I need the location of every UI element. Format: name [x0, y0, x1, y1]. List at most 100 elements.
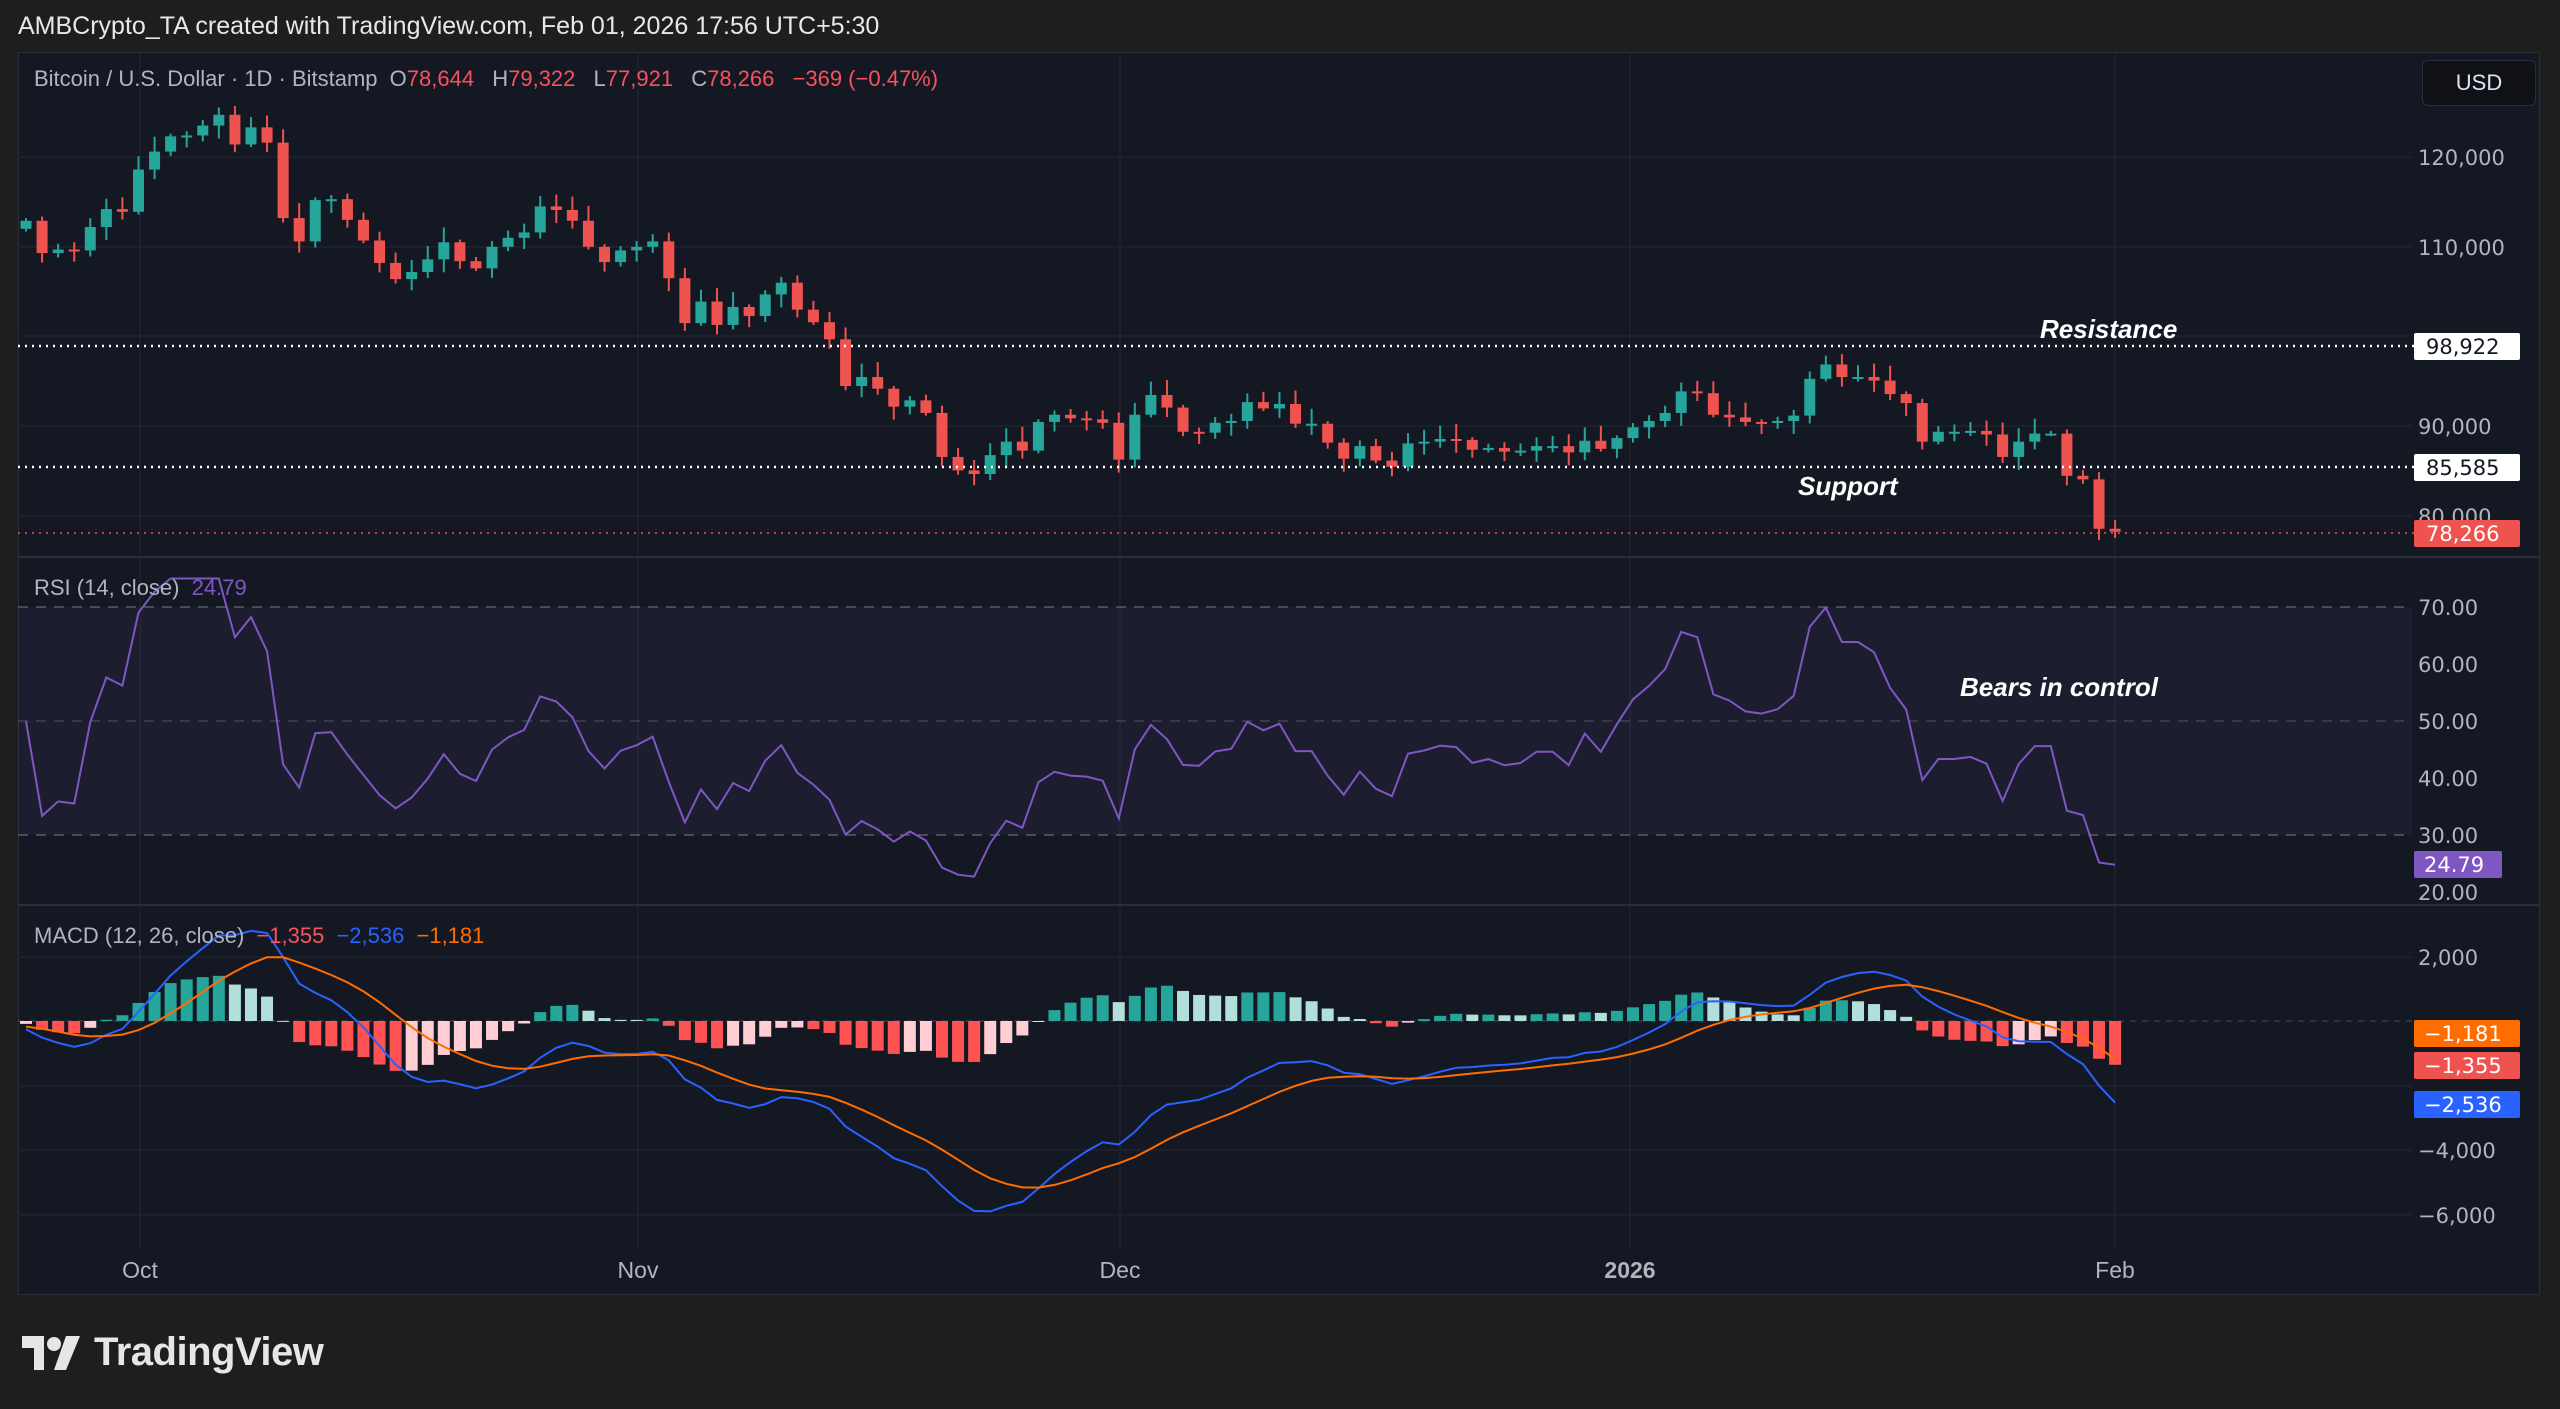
macd-histogram-bar — [1113, 1002, 1125, 1021]
tradingview-logo-text: TradingView — [94, 1330, 323, 1375]
candle — [1933, 426, 1944, 444]
macd-histogram-bar — [759, 1021, 771, 1037]
candle — [969, 460, 980, 485]
macd-histogram-bar — [502, 1021, 514, 1031]
macd-histogram-bar — [325, 1021, 337, 1046]
rsi-legend[interactable]: RSI (14, close) 24.79 — [34, 575, 253, 601]
macd-histogram-bar — [68, 1021, 80, 1033]
candle — [1354, 440, 1365, 466]
macd-histogram-bar — [197, 977, 209, 1021]
candle-body — [374, 241, 385, 263]
candle — [1065, 409, 1076, 423]
candle — [1901, 391, 1912, 416]
candle — [1869, 364, 1880, 392]
macd-histogram-bar — [1065, 1003, 1077, 1021]
candle-body — [695, 302, 706, 324]
macd-histogram-bar — [20, 1021, 32, 1024]
macd-histogram-bar — [1836, 1000, 1848, 1021]
macd-tag-text: −2,536 — [2424, 1093, 2502, 1117]
candle — [2061, 429, 2072, 485]
last-price-tag: 78,266 — [2414, 520, 2520, 547]
candle-body — [213, 115, 224, 126]
candle-body — [2077, 476, 2088, 480]
candle — [149, 137, 160, 179]
high-value: 79,322 — [508, 66, 575, 91]
macd-histogram-bar — [277, 1021, 289, 1022]
macd-histogram-bar — [518, 1021, 530, 1024]
macd-histogram-bar — [245, 988, 257, 1021]
candle-body — [1949, 432, 1960, 434]
candle-body — [1403, 443, 1414, 466]
time-tick-2026: 2026 — [1604, 1257, 1655, 1283]
candle — [1081, 411, 1092, 430]
close-value: 78,266 — [707, 66, 774, 91]
candle-body — [197, 126, 208, 136]
candle — [438, 227, 449, 272]
candle — [1917, 399, 1928, 450]
candle — [1724, 401, 1735, 427]
macd-legend[interactable]: MACD (12, 26, close) −1,355 −2,536 −1,18… — [34, 923, 490, 949]
currency-button[interactable]: USD — [2422, 60, 2536, 106]
candle-body — [1965, 431, 1976, 433]
candle — [245, 117, 256, 147]
signal-tag-text: −1,181 — [2424, 1022, 2502, 1046]
candle — [1467, 437, 1478, 457]
candle-body — [406, 272, 417, 279]
support-price-tag: 85,585 — [2414, 454, 2520, 481]
candle — [2077, 470, 2088, 484]
signal-line — [26, 957, 2115, 1187]
rsi-value-tag: 24.79 — [2414, 851, 2502, 878]
candle — [1531, 437, 1542, 462]
macd-histogram-bar — [872, 1021, 884, 1051]
candle-body — [1611, 438, 1622, 449]
rsi-tick: 30.00 — [2418, 824, 2478, 848]
candle — [1788, 410, 1799, 434]
candle-body — [712, 302, 723, 325]
candle-body — [1306, 424, 1317, 426]
macd-tick: 2,000 — [2418, 946, 2478, 970]
candle-body — [262, 127, 273, 142]
candle — [470, 257, 481, 271]
candle — [1210, 417, 1221, 439]
macd-histogram-bar — [856, 1021, 868, 1048]
time-tick-dec: Dec — [1100, 1257, 1141, 1283]
symbol-legend[interactable]: Bitcoin / U.S. Dollar · 1D · Bitstamp O7… — [34, 66, 944, 92]
candle — [262, 116, 273, 153]
candle-body — [487, 247, 498, 269]
candle-body — [37, 221, 48, 253]
candle-body — [117, 209, 128, 212]
candle — [1113, 412, 1124, 472]
candle-body — [1483, 448, 1494, 450]
candle — [1338, 438, 1349, 471]
candle — [1017, 427, 1028, 459]
candle — [1178, 405, 1189, 436]
candle-body — [470, 261, 481, 268]
macd-histogram-bar — [1322, 1009, 1334, 1021]
candle-body — [1338, 443, 1349, 459]
candle-body — [1772, 421, 1783, 423]
tradingview-logo[interactable]: TradingView — [22, 1330, 323, 1375]
chart-canvas[interactable]: Resistance Support Bears in control 120,… — [0, 0, 2560, 1409]
macd-histogram-bar — [1000, 1021, 1012, 1043]
candle-body — [615, 250, 626, 262]
candle-body — [519, 232, 530, 237]
macd-histogram-bar — [566, 1005, 578, 1021]
candle-body — [2061, 434, 2072, 476]
rsi-tick: 60.00 — [2418, 653, 2478, 677]
macd-histogram-bar — [1916, 1021, 1928, 1030]
macd-tick: −4,000 — [2418, 1139, 2496, 1163]
time-tick-nov: Nov — [618, 1257, 659, 1283]
candle — [21, 218, 32, 231]
candle-body — [1033, 422, 1044, 451]
macd-histogram-bar — [1290, 997, 1302, 1021]
macd-histogram-bar — [422, 1021, 434, 1065]
candle-body — [2029, 434, 2040, 442]
candle-body — [1644, 421, 1655, 427]
rsi-tick: 50.00 — [2418, 710, 2478, 734]
candle — [53, 244, 64, 258]
macd-histogram-bar — [1209, 996, 1221, 1021]
candle — [519, 224, 530, 249]
macd-histogram-bar — [1643, 1004, 1655, 1021]
candle-body — [599, 247, 610, 262]
candle — [133, 156, 144, 214]
